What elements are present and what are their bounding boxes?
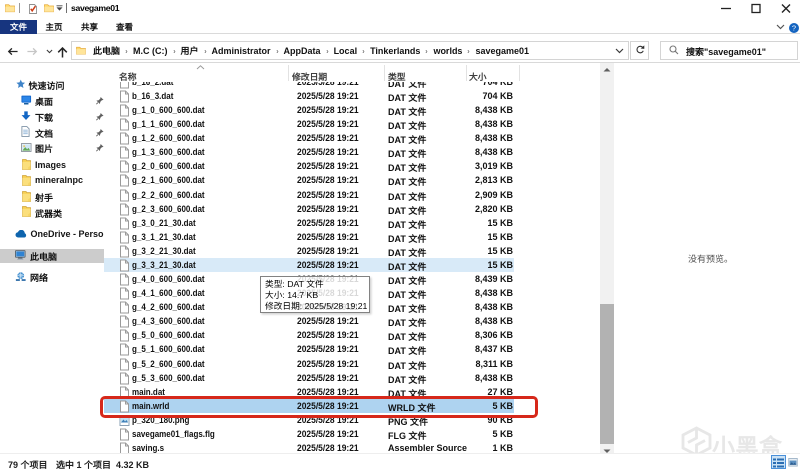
svg-text:?: ? <box>792 23 796 32</box>
